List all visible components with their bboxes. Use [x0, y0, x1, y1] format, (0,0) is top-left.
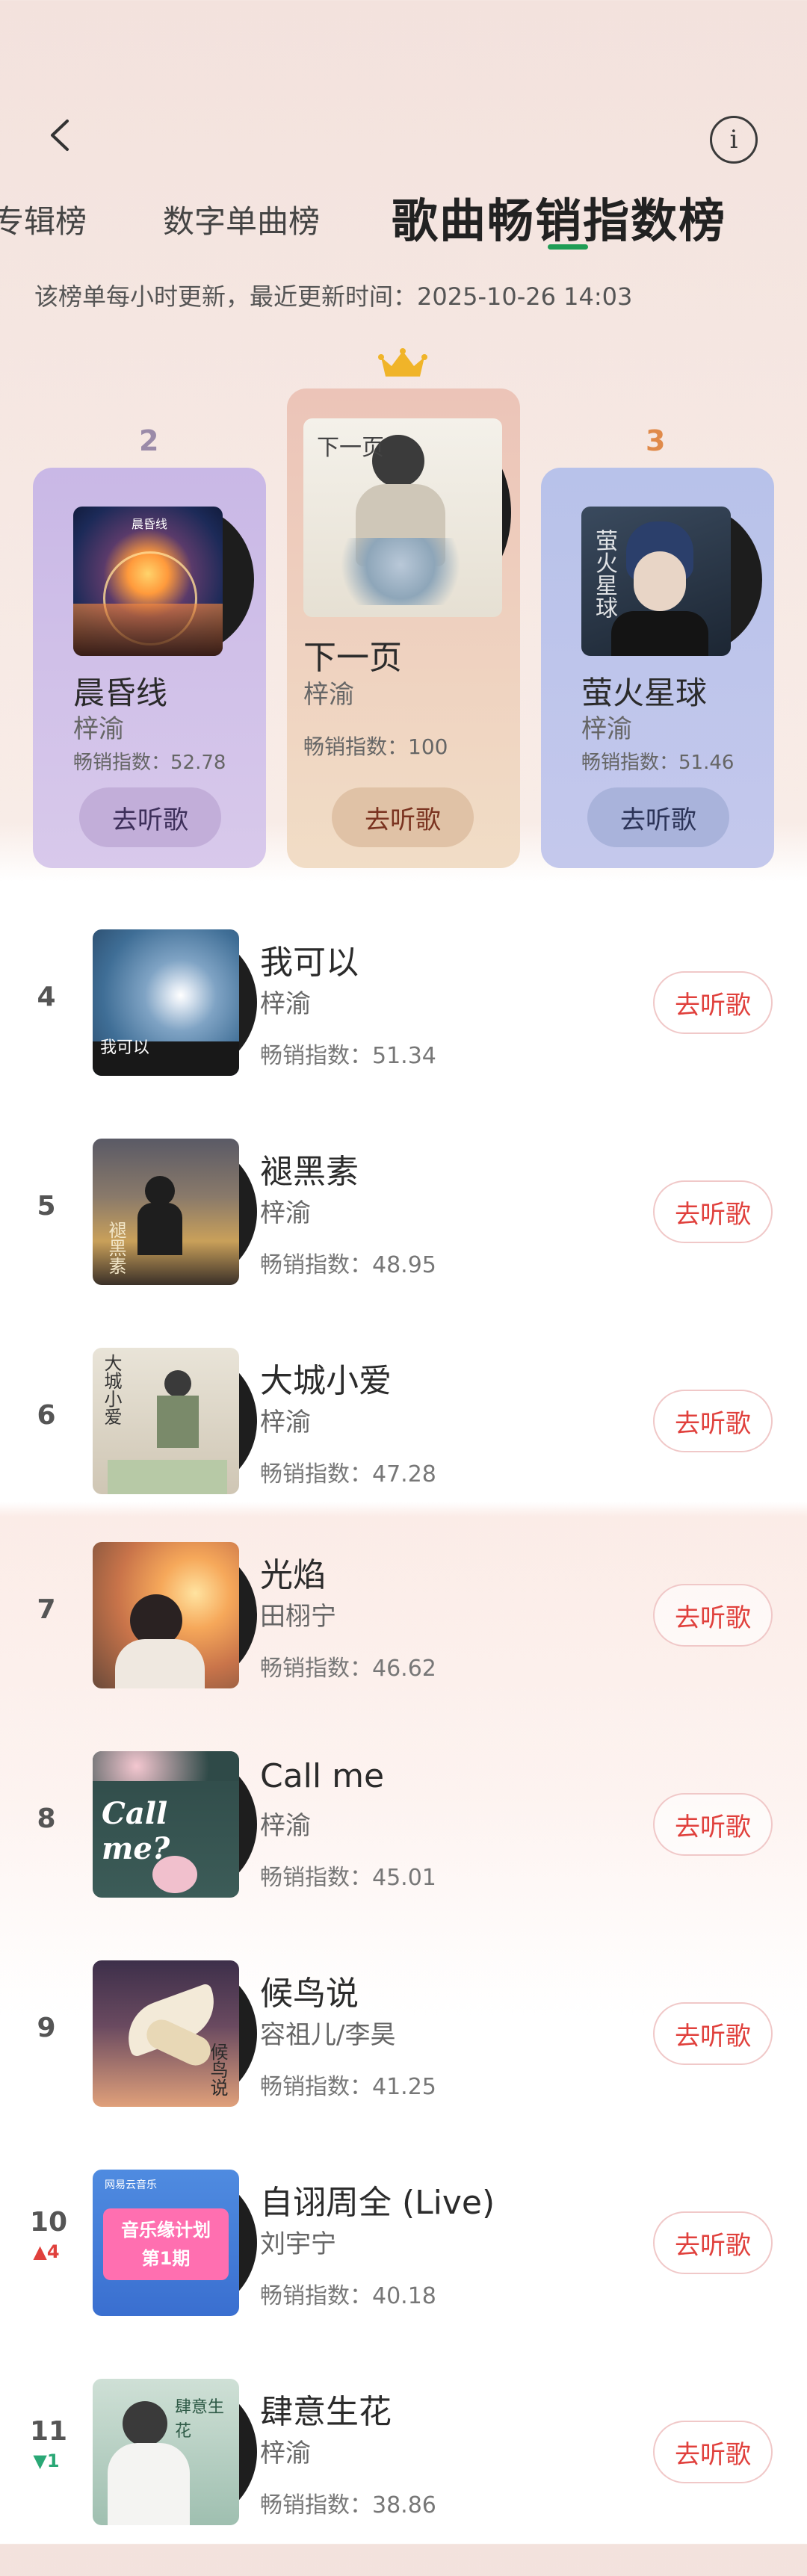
list-item[interactable]: 4 我可以 我可以 梓渝 畅销指数：51.34 去听歌 — [0, 917, 807, 1127]
album-art — [93, 1542, 239, 1688]
play-button[interactable]: 去听歌 — [653, 971, 773, 1034]
artist-name: 刘宇宁 — [260, 2229, 336, 2259]
play-button[interactable]: 去听歌 — [587, 787, 729, 847]
play-button[interactable]: 去听歌 — [653, 1180, 773, 1243]
artist-name: 梓渝 — [260, 989, 311, 1019]
album-art: 大城小爱 — [93, 1348, 239, 1494]
artist-name: 容祖儿/李昊 — [260, 2020, 396, 2050]
artist-name: 梓渝 — [260, 1408, 311, 1437]
artist-name: 梓渝 — [303, 680, 354, 710]
album-art: Call me? — [93, 1751, 239, 1898]
tab-song-sales-index-chart[interactable]: 歌曲畅销指数榜 — [392, 183, 726, 250]
song-title: 候鸟说 — [260, 1975, 359, 2013]
song-title: Call me — [260, 1757, 385, 1795]
podium-card-1[interactable]: 下一页 下一页 梓渝 畅销指数：100 去听歌 — [287, 388, 520, 868]
play-button[interactable]: 去听歌 — [653, 1793, 773, 1856]
rank-number: 11 — [30, 2416, 68, 2447]
tab-album-chart[interactable]: 专辑榜 — [0, 196, 87, 242]
list-item[interactable]: 10 ▲4 网易云音乐 音乐缘计划 第1期 自诩周全 (Live) 刘宇宁 畅销… — [0, 2158, 807, 2367]
song-title: 光焰 — [260, 1556, 326, 1594]
song-title: 大城小爱 — [260, 1362, 392, 1400]
song-title: 晨昏线 — [73, 675, 168, 711]
rank-number: 5 — [37, 1191, 56, 1222]
sales-index: 畅销指数：51.46 — [581, 752, 735, 774]
play-button[interactable]: 去听歌 — [332, 787, 474, 847]
album-art: 褪黑素 — [93, 1139, 239, 1285]
song-title: 下一页 — [303, 639, 402, 677]
sales-index: 畅销指数：38.86 — [260, 2492, 436, 2518]
chevron-left-icon — [51, 120, 69, 151]
rank-number: 6 — [37, 1400, 56, 1431]
list-item[interactable]: 6 大城小爱 大城小爱 梓渝 畅销指数：47.28 去听歌 — [0, 1336, 807, 1545]
song-title: 自诩周全 (Live) — [260, 2184, 495, 2222]
album-art: 晨昏线 — [73, 507, 223, 656]
rank-up-indicator: ▲4 — [33, 2241, 60, 2262]
list-item[interactable]: 8 Call me? Call me 梓渝 畅销指数：45.01 去听歌 — [0, 1739, 807, 1948]
artist-name: 梓渝 — [260, 2439, 311, 2468]
tab-digital-single-chart[interactable]: 数字单曲榜 — [163, 196, 320, 242]
play-button[interactable]: 去听歌 — [653, 2421, 773, 2483]
song-title: 褪黑素 — [260, 1153, 359, 1191]
info-button[interactable]: i — [710, 116, 758, 164]
list-item[interactable]: 5 褪黑素 褪黑素 梓渝 畅销指数：48.95 去听歌 — [0, 1127, 807, 1336]
info-icon: i — [729, 125, 738, 155]
song-title: 我可以 — [260, 944, 359, 982]
chart-tabs: 专辑榜 数字单曲榜 歌曲畅销指数榜 — [0, 183, 807, 258]
rank-number: 7 — [37, 1594, 56, 1625]
album-art: 萤火星球 — [581, 507, 731, 656]
sales-index: 畅销指数：46.62 — [260, 1656, 436, 1682]
sales-index: 畅销指数：48.95 — [260, 1252, 436, 1278]
artist-name: 梓渝 — [581, 714, 632, 744]
rank-number: 4 — [37, 982, 56, 1012]
back-button[interactable] — [45, 118, 79, 152]
song-title: 萤火星球 — [581, 675, 708, 711]
podium-rank-2: 2 — [139, 424, 159, 457]
play-button[interactable]: 去听歌 — [653, 1584, 773, 1647]
podium-card-3[interactable]: 萤火星球 萤火星球 梓渝 畅销指数：51.46 去听歌 — [541, 468, 774, 868]
podium-rank-3: 3 — [646, 424, 666, 457]
album-art: 网易云音乐 音乐缘计划 第1期 — [93, 2170, 239, 2316]
artist-name: 梓渝 — [73, 714, 124, 744]
list-item[interactable]: 7 光焰 田栩宁 畅销指数：46.62 去听歌 — [0, 1530, 807, 1739]
sales-index: 畅销指数：45.01 — [260, 1865, 436, 1891]
artist-name: 田栩宁 — [260, 1602, 336, 1632]
list-item[interactable]: 9 候鸟说 候鸟说 容祖儿/李昊 畅销指数：41.25 去听歌 — [0, 1948, 807, 2158]
sales-index: 畅销指数：100 — [303, 734, 448, 759]
play-button[interactable]: 去听歌 — [79, 787, 221, 847]
album-art: 我可以 — [93, 929, 239, 1076]
album-art: 肆意生花 — [93, 2379, 239, 2525]
rank-number: 10 — [30, 2207, 68, 2238]
sales-index: 畅销指数：51.34 — [260, 1043, 436, 1069]
play-button[interactable]: 去听歌 — [653, 2002, 773, 2065]
list-item[interactable]: 11 ▼1 肆意生花 肆意生花 梓渝 畅销指数：38.86 去听歌 — [0, 2367, 807, 2576]
play-button[interactable]: 去听歌 — [653, 2211, 773, 2274]
sales-index: 畅销指数：40.18 — [260, 2283, 436, 2309]
crown-icon — [378, 348, 427, 377]
sales-index: 畅销指数：41.25 — [260, 2074, 436, 2100]
play-button[interactable]: 去听歌 — [653, 1390, 773, 1452]
artist-name: 梓渝 — [260, 1198, 311, 1228]
artist-name: 梓渝 — [260, 1811, 311, 1841]
update-info: 该榜单每小时更新，最近更新时间：2025-10-26 14:03 — [34, 282, 633, 311]
active-tab-indicator — [548, 244, 588, 250]
rank-number: 8 — [37, 1803, 56, 1834]
album-art: 下一页 — [303, 418, 502, 617]
sales-index: 畅销指数：47.28 — [260, 1461, 436, 1487]
rank-number: 9 — [37, 2013, 56, 2043]
song-title: 肆意生花 — [260, 2393, 392, 2431]
podium-card-2[interactable]: 晨昏线 晨昏线 梓渝 畅销指数：52.78 去听歌 — [33, 468, 266, 868]
rank-down-indicator: ▼1 — [33, 2450, 60, 2471]
album-art: 候鸟说 — [93, 1960, 239, 2107]
sales-index: 畅销指数：52.78 — [73, 752, 226, 774]
